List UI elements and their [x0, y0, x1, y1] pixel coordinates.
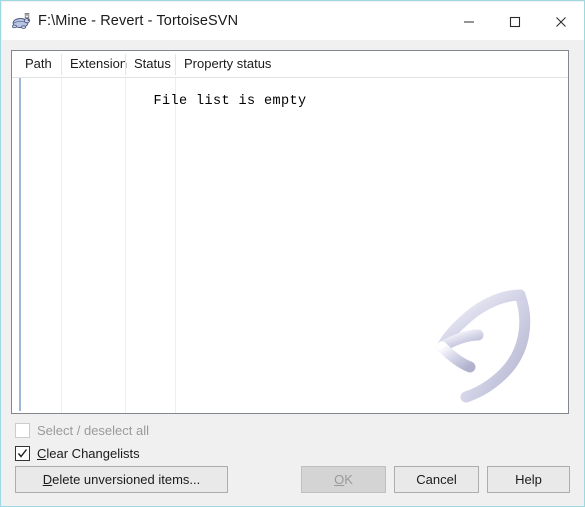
column-header-status[interactable]: Status: [125, 51, 175, 77]
column-header-extension[interactable]: Extension: [61, 51, 127, 77]
help-button[interactable]: Help: [487, 466, 570, 493]
cancel-button[interactable]: Cancel: [394, 466, 479, 493]
tortoisesvn-turtle-icon: [11, 11, 31, 31]
empty-list-message: File list is empty: [153, 94, 307, 109]
dialog-client-area: Path Extension Status Property status Fi…: [2, 40, 584, 506]
list-focus-indicator: [19, 78, 21, 411]
title-bar: F:\Mine - Revert - TortoiseSVN: [2, 2, 584, 40]
delete-unversioned-items-button[interactable]: Delete unversioned items...: [15, 466, 228, 493]
clear-changelists-checkbox[interactable]: [15, 445, 30, 461]
minimize-button[interactable]: [446, 3, 492, 40]
column-gridline: [61, 78, 62, 413]
revert-arrow-watermark: [436, 289, 531, 403]
file-list-header: Path Extension Status Property status: [12, 51, 568, 78]
file-list-body[interactable]: File list is empty: [12, 78, 568, 413]
window-title: F:\Mine - Revert - TortoiseSVN: [38, 13, 239, 29]
maximize-button[interactable]: [492, 3, 538, 40]
close-icon: [556, 16, 566, 27]
clear-changelists-label: Clear Changelists: [37, 445, 140, 461]
select-deselect-all-row[interactable]: Select / deselect all: [15, 421, 149, 439]
clear-changelists-row[interactable]: Clear Changelists: [15, 444, 140, 462]
close-button[interactable]: [538, 3, 584, 40]
select-deselect-all-checkbox[interactable]: [15, 422, 30, 438]
column-header-property-status[interactable]: Property status: [175, 51, 305, 77]
ok-button[interactable]: OK: [301, 466, 386, 493]
maximize-icon: [509, 16, 521, 27]
checkmark-icon: [17, 448, 28, 458]
select-deselect-all-label: Select / deselect all: [37, 422, 150, 438]
column-gridline: [175, 78, 176, 413]
column-gridline: [125, 78, 126, 413]
file-list[interactable]: Path Extension Status Property status Fi…: [11, 50, 569, 414]
revert-dialog-window: F:\Mine - Revert - TortoiseSVN Path Exte…: [0, 0, 585, 507]
minimize-icon: [464, 21, 474, 22]
column-header-path[interactable]: Path: [16, 51, 61, 77]
